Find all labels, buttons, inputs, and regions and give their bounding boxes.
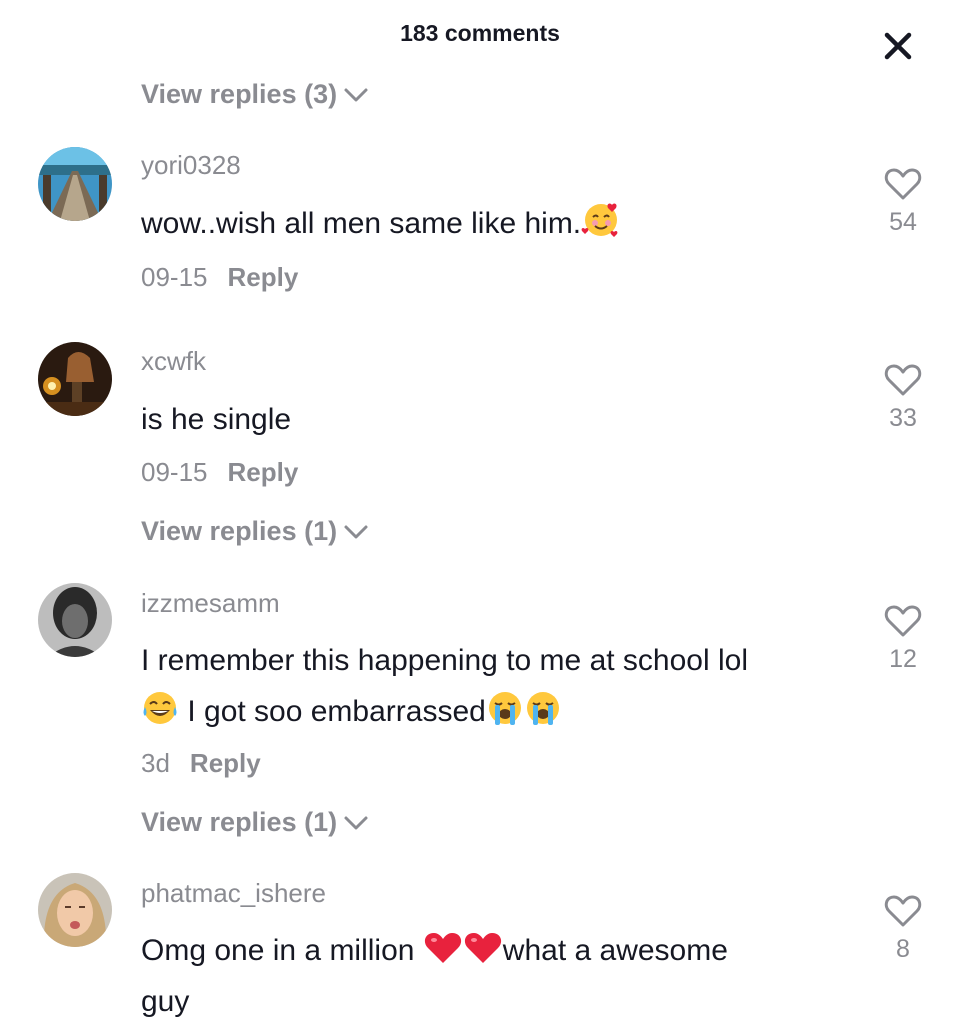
comment-date: 09-15 bbox=[141, 457, 208, 487]
comment-meta: 09-15 Reply bbox=[141, 457, 298, 488]
comments-count-title: 183 comments bbox=[400, 20, 560, 46]
comment-text: I remember this happening to me at schoo… bbox=[141, 635, 861, 737]
comment-text-line: guy bbox=[141, 985, 190, 1018]
close-button[interactable] bbox=[880, 28, 916, 64]
comment-username[interactable]: izzmesamm bbox=[141, 588, 280, 619]
comment-date: 09-15 bbox=[141, 262, 208, 292]
comment-username[interactable]: phatmac_ishere bbox=[141, 878, 326, 909]
comment-text: wow..wish all men same like him. bbox=[141, 198, 861, 249]
chevron-down-icon bbox=[344, 816, 368, 829]
red-heart-emoji bbox=[424, 933, 461, 963]
loudly-crying-emoji bbox=[488, 692, 521, 725]
avatar[interactable] bbox=[38, 583, 112, 657]
comment-username[interactable]: xcwfk bbox=[141, 346, 206, 377]
comment-username[interactable]: yori0328 bbox=[141, 150, 241, 181]
heart-outline-icon bbox=[884, 605, 922, 637]
smiling-face-with-hearts-emoji bbox=[581, 203, 618, 237]
comment-text-body: wow..wish all men same like him. bbox=[141, 207, 582, 240]
like-count: 33 bbox=[889, 404, 917, 432]
comment-text-body: I got soo embarrassed bbox=[179, 695, 486, 728]
like-button[interactable]: 33 bbox=[872, 363, 934, 433]
heart-outline-icon bbox=[884, 168, 922, 200]
view-replies-button[interactable]: View replies (1) bbox=[141, 807, 369, 838]
like-button[interactable]: 54 bbox=[872, 167, 934, 237]
chevron-down-icon bbox=[344, 88, 368, 101]
like-count: 54 bbox=[889, 208, 917, 236]
comment-meta: 3d Reply bbox=[141, 748, 261, 779]
view-replies-button[interactable]: View replies (3) bbox=[141, 79, 369, 110]
avatar[interactable] bbox=[38, 342, 112, 416]
comment-text-line: I got soo embarrassed bbox=[141, 686, 861, 737]
view-replies-label: View replies (1) bbox=[141, 516, 338, 546]
like-count: 12 bbox=[889, 645, 917, 673]
comment-meta: 09-15 Reply bbox=[141, 262, 298, 293]
reply-button[interactable]: Reply bbox=[228, 457, 299, 488]
heart-outline-icon bbox=[884, 895, 922, 927]
comment-text-line: I remember this happening to me at schoo… bbox=[141, 644, 748, 677]
avatar[interactable] bbox=[38, 873, 112, 947]
comment-text-body: what a awesome bbox=[502, 934, 728, 967]
loudly-crying-emoji bbox=[526, 692, 559, 725]
like-button[interactable]: 12 bbox=[872, 604, 934, 674]
chevron-down-icon bbox=[344, 525, 368, 538]
reply-button[interactable]: Reply bbox=[228, 262, 299, 293]
view-replies-label: View replies (3) bbox=[141, 79, 338, 109]
avatar[interactable] bbox=[38, 147, 112, 221]
red-heart-emoji bbox=[464, 933, 501, 963]
comment-date: 3d bbox=[141, 748, 170, 778]
like-button[interactable]: 8 bbox=[872, 894, 934, 964]
view-replies-label: View replies (1) bbox=[141, 807, 338, 837]
avatar-image bbox=[38, 147, 112, 221]
tears-of-joy-emoji bbox=[143, 692, 177, 724]
comment-text: is he single bbox=[141, 403, 292, 436]
avatar-image bbox=[38, 583, 112, 657]
avatar-image bbox=[38, 873, 112, 947]
close-icon bbox=[884, 32, 912, 60]
like-count: 8 bbox=[896, 935, 910, 963]
heart-outline-icon bbox=[884, 364, 922, 396]
view-replies-button[interactable]: View replies (1) bbox=[141, 516, 369, 547]
comment-text: Omg one in a million what a awesome guy bbox=[141, 925, 861, 1027]
comment-text-line: Omg one in a million what a awesome bbox=[141, 925, 861, 976]
comment-text-body: Omg one in a million bbox=[141, 934, 423, 967]
reply-button[interactable]: Reply bbox=[190, 748, 261, 779]
avatar-image bbox=[38, 342, 112, 416]
